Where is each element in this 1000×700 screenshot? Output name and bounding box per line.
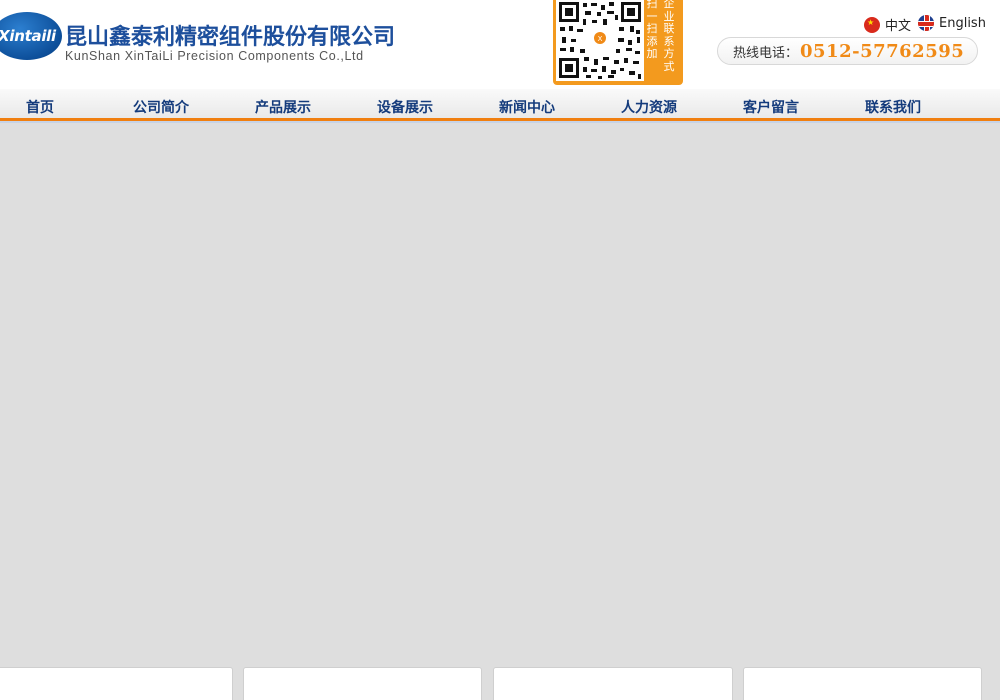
qr-caption-contact: 企业联系方式 [663,0,675,73]
company-name-cn: 昆山鑫泰利精密组件股份有限公司 [65,25,396,50]
language-chinese-link[interactable]: 中文 [864,15,911,34]
qr-code-image: X [556,0,644,81]
nav-item-hr[interactable]: 人力资源 [621,97,677,117]
content-card [0,667,233,700]
uk-flag-icon [918,15,934,31]
nav-item-contact[interactable]: 联系我们 [865,97,921,117]
company-logo[interactable]: Xintaili [0,12,62,60]
hotline-number: 0512-57762595 [800,40,965,62]
banner-area [0,126,1000,666]
nav-item-equipment[interactable]: 设备展示 [377,97,433,117]
content-card [743,667,982,700]
hotline-label: 热线电话： [733,45,799,61]
content-card [493,667,733,700]
site-header: Xintaili 昆山鑫泰利精密组件股份有限公司 KunShan XinTaiL… [0,0,1000,89]
company-name-en: KunShan XinTaiLi Precision Components Co… [65,49,364,63]
nav-item-products[interactable]: 产品展示 [255,97,311,117]
qr-code-icon: X [556,0,644,81]
svg-text:X: X [598,35,603,43]
language-chinese-label: 中文 [885,19,912,34]
nav-item-home[interactable]: 首页 [26,97,54,117]
hotline-box: 热线电话： 0512-57762595 [717,37,978,65]
language-english-label: English [939,15,986,31]
main-navigation: 首页 公司简介 产品展示 设备展示 新闻中心 人力资源 客户留言 联系我们 [0,89,1000,123]
qr-caption-scan: 扫一扫添加 [646,0,658,60]
qr-code-panel: X 扫一扫添加 企业联系方式 [553,0,683,85]
language-english-link[interactable]: English [918,15,986,31]
nav-item-about[interactable]: 公司简介 [133,97,189,117]
china-flag-icon [864,16,880,33]
nav-item-news[interactable]: 新闻中心 [499,97,555,117]
nav-item-messages[interactable]: 客户留言 [743,97,799,117]
logo-text: Xintaili [0,27,56,45]
content-card [243,667,482,700]
